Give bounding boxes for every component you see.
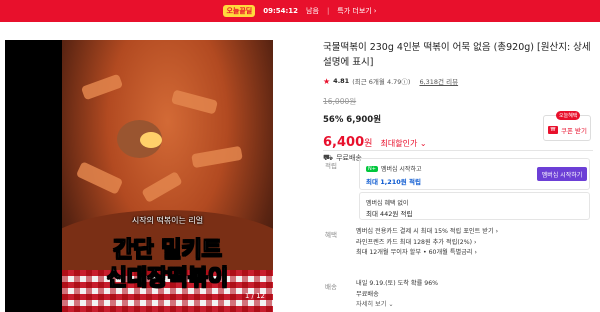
product-info: 국물떡볶이 230g 4인분 떡볶이 어묵 없음 (총920g) [원산지: 상… bbox=[323, 40, 593, 163]
final-price-value: 6,400 bbox=[323, 135, 365, 150]
membership-row: N+ 멤버십 시작하고 bbox=[366, 164, 422, 173]
coupon-label: 쿠폰 받기 bbox=[561, 127, 587, 135]
coupon-tag: 오늘혜택 bbox=[556, 111, 581, 120]
more-deals-link[interactable]: 특가 더보기 › bbox=[337, 6, 376, 16]
points-label: 적립 bbox=[325, 162, 337, 170]
image-caption-line2: 신대장떡볶이 bbox=[106, 266, 229, 292]
timer-suffix: 남음 bbox=[306, 7, 319, 15]
rice-cake-shape bbox=[191, 145, 243, 169]
review-count-link[interactable]: 6,318건 리뷰 bbox=[419, 76, 458, 86]
final-price-unit: 원 bbox=[364, 139, 373, 149]
rice-cake-shape bbox=[141, 170, 183, 204]
shipping-label: 무료배송 bbox=[336, 154, 362, 162]
product-photo[interactable]: 시작의 떡볶이는 리얼 간단 밀키트 신대장떡볶이 bbox=[62, 40, 273, 312]
benefits-list: 멤버십 전용카드 결제 시 최대 15% 적립 포인트 받기 › 라인프렌즈 카… bbox=[356, 227, 498, 259]
deal-banner[interactable]: 오늘끝딜 09:54:12 남음 | 특가 더보기 › bbox=[0, 0, 600, 22]
final-price-row: 6,400원 최대할인가 ⌄ 오늘혜택 ₩ 쿠폰 받기 bbox=[323, 111, 593, 150]
benefits-label: 혜택 bbox=[325, 231, 337, 239]
final-price: 6,400원 bbox=[323, 135, 372, 150]
start-membership-button[interactable]: 멤버십 시작하기 bbox=[537, 167, 587, 181]
chevron-right-icon: › bbox=[373, 7, 377, 15]
today-deal-badge: 오늘끝딜 bbox=[223, 5, 256, 17]
banner-separator: | bbox=[326, 7, 330, 15]
section-divider bbox=[323, 150, 593, 151]
benefit-item-linefriends[interactable]: 라인프렌즈 카드 최대 128원 추가 적립(2%) › bbox=[356, 238, 498, 249]
rice-cake-shape bbox=[80, 73, 124, 101]
image-caption-small: 시작의 떡볶이는 리얼 bbox=[131, 216, 204, 225]
image-counter: 1 / 12 bbox=[244, 292, 265, 300]
star-icon: ★ bbox=[323, 76, 331, 86]
delivery-info: 내일 9.19.(토) 도착 확률 96% 무료배송 자세히 보기 ⌄ bbox=[356, 279, 438, 311]
membership-points-box: N+ 멤버십 시작하고 최대 1,210원 적립 멤버십 시작하기 bbox=[359, 158, 590, 190]
membership-badge: N+ bbox=[366, 165, 378, 172]
product-image-viewer[interactable]: 시작의 떡볶이는 리얼 간단 밀키트 신대장떡볶이 1 / 12 bbox=[5, 40, 273, 312]
rice-cake-shape bbox=[170, 89, 219, 115]
rating-detail[interactable]: (최근 6개월 4.79ⓘ) bbox=[352, 76, 410, 86]
rice-cake-shape bbox=[75, 161, 124, 195]
coupon-button[interactable]: 오늘혜택 ₩ 쿠폰 받기 bbox=[543, 111, 591, 141]
max-discount-toggle[interactable]: 최대할인가 ⌄ bbox=[381, 139, 427, 148]
coupon-icon: ₩ bbox=[548, 126, 558, 134]
membership-points: 최대 1,210원 적립 bbox=[366, 178, 421, 186]
original-price: 16,000원 bbox=[323, 97, 357, 106]
yolk-shape bbox=[140, 132, 162, 148]
more-deals-label: 특가 더보기 bbox=[337, 7, 372, 15]
rating-score: 4.81 bbox=[333, 77, 350, 85]
delivery-eta: 내일 9.19.(토) 도착 확률 96% bbox=[356, 280, 439, 287]
product-title: 국물떡볶이 230g 4인분 떡볶이 어묵 없음 (총920g) [원산지: 상… bbox=[323, 42, 591, 68]
delivery-details-link[interactable]: 자세히 보기 ⌄ bbox=[356, 300, 438, 311]
non-member-title: 멤버십 혜택 없이 bbox=[366, 200, 409, 207]
membership-text: 멤버십 시작하고 bbox=[380, 166, 422, 173]
benefit-item-installment[interactable]: 최대 12개월 무이자 할부 • 60개월 특별금리 › bbox=[356, 248, 498, 259]
delivery-label: 배송 bbox=[325, 283, 337, 291]
benefit-item-card-points[interactable]: 멤버십 전용카드 결제 시 최대 15% 적립 포인트 받기 › bbox=[356, 227, 498, 238]
coupon-body: ₩ 쿠폰 받기 bbox=[548, 125, 587, 135]
non-member-points: 최대 442원 적립 bbox=[366, 210, 413, 218]
deal-timer: 09:54:12 bbox=[263, 7, 299, 15]
non-member-points-box: 멤버십 혜택 없이 최대 442원 적립 bbox=[359, 192, 590, 220]
rating-row: ★ 4.81 (최근 6개월 4.79ⓘ) 6,318건 리뷰 bbox=[323, 76, 593, 87]
delivery-free: 무료배송 bbox=[356, 290, 379, 298]
